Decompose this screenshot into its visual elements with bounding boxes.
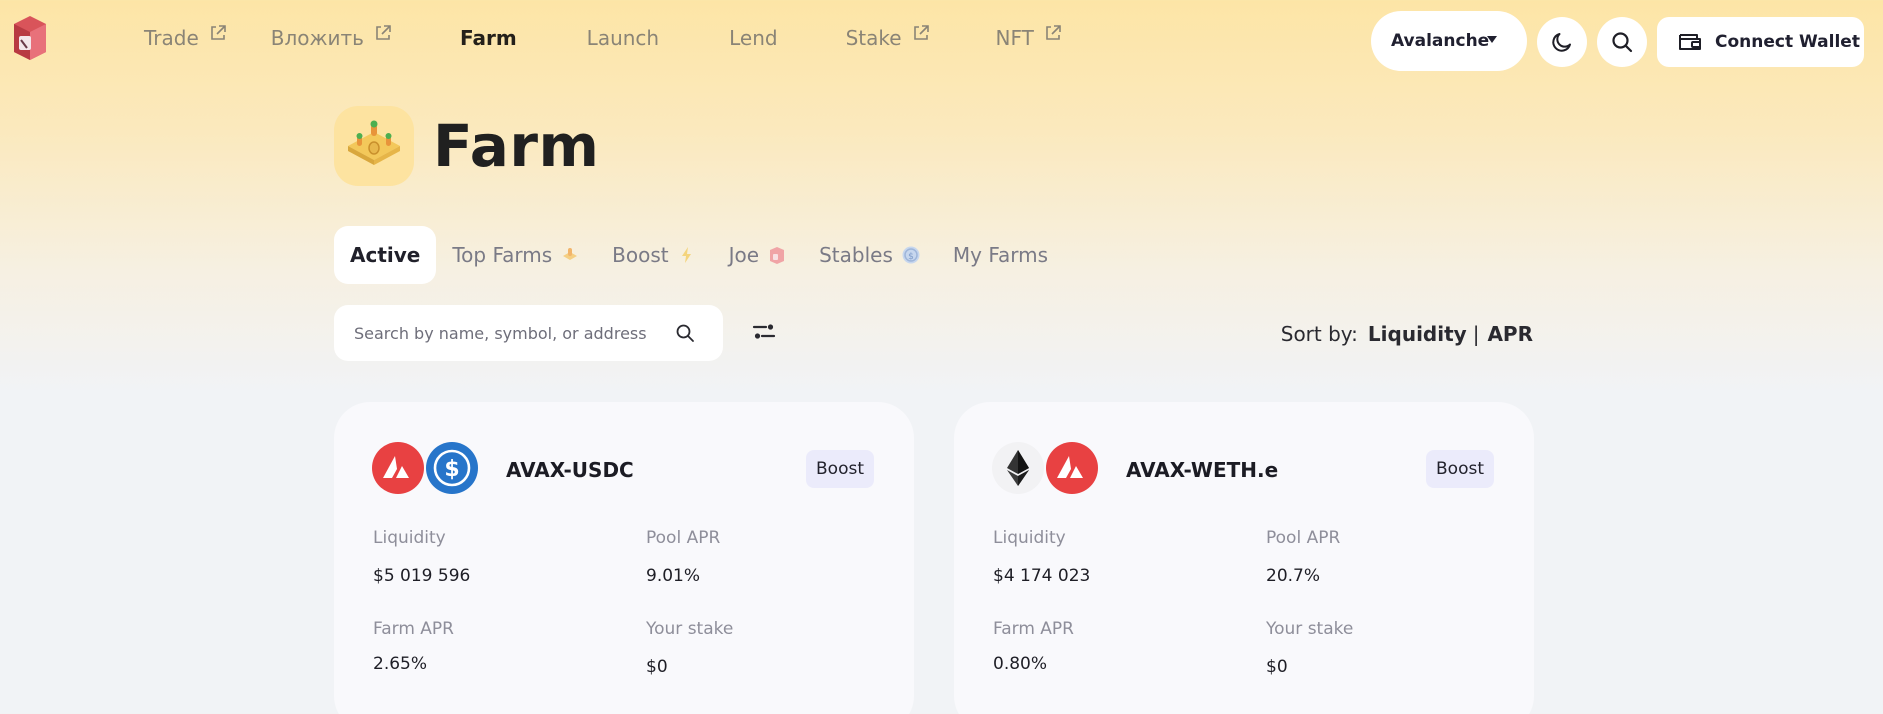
- nav-item-stake[interactable]: Stake: [845, 25, 930, 50]
- joe-icon: [770, 247, 785, 264]
- nav-item-label: Lend: [729, 26, 778, 50]
- boost-badge: Boost: [1426, 450, 1494, 488]
- pool-apr-value: 9.01%: [646, 566, 701, 586]
- token-pair-icons: [992, 442, 1098, 494]
- avax-token-icon: [372, 442, 424, 494]
- theme-toggle-button[interactable]: [1537, 17, 1587, 67]
- nav-item-label: NFT: [995, 26, 1034, 50]
- connect-wallet-label: Connect Wallet: [1715, 32, 1860, 52]
- your-stake-value: $0: [646, 657, 668, 677]
- farm-search: [334, 305, 723, 361]
- nav-item-label: Farm: [459, 26, 517, 50]
- search-icon: [676, 324, 694, 342]
- liquidity-label: Liquidity: [373, 528, 446, 548]
- tab-my-farms[interactable]: My Farms: [937, 226, 1064, 284]
- nav-item-label: Stake: [845, 26, 902, 50]
- farm-icon: [334, 106, 414, 186]
- pool-apr-label: Pool APR: [1266, 528, 1341, 548]
- search-button[interactable]: [1597, 17, 1647, 67]
- farm-apr-value: 0.80%: [993, 654, 1048, 674]
- nav-item-farm[interactable]: Farm: [460, 26, 517, 50]
- nav-item-trade[interactable]: Trade: [144, 25, 227, 50]
- tab-label: Boost: [612, 243, 669, 267]
- wallet-icon: [1679, 34, 1701, 50]
- tab-top-farms[interactable]: Top Farms: [436, 226, 596, 284]
- pool-apr-value: 20.7%: [1266, 566, 1321, 586]
- token-pair-icons: $: [372, 442, 478, 494]
- top-farms-icon: [563, 248, 578, 260]
- caret-down-icon: [1487, 36, 1497, 43]
- stables-icon: $: [902, 246, 920, 264]
- tab-label: Stables: [819, 243, 893, 267]
- liquidity-label: Liquidity: [993, 528, 1066, 548]
- boost-badge: Boost: [806, 450, 874, 488]
- your-stake-label: Your stake: [646, 619, 734, 639]
- nav-item-label: Вложить: [270, 26, 364, 50]
- chain-selector-label: Avalanche: [1391, 31, 1490, 51]
- svg-text:$: $: [444, 457, 459, 482]
- svg-text:$: $: [908, 252, 914, 262]
- sort-option-liquidity[interactable]: Liquidity: [1368, 322, 1467, 346]
- boost-icon: [681, 247, 691, 263]
- main-nav: Trade Вложить Farm Launch Lend Stake NFT: [144, 25, 1062, 50]
- pair-name: AVAX-USDC: [506, 458, 634, 482]
- tab-label: Top Farms: [452, 243, 553, 267]
- tab-label: Joe: [728, 243, 760, 267]
- filter-icon: [752, 324, 776, 339]
- nav-item-label: Launch: [586, 26, 660, 50]
- nav-item-launch[interactable]: Launch: [587, 26, 659, 50]
- farm-apr-value: 2.65%: [373, 654, 428, 674]
- nav-item-nft[interactable]: NFT: [995, 25, 1062, 50]
- external-link-icon: [1046, 25, 1061, 40]
- sort-separator: |: [1472, 322, 1480, 346]
- tab-boost[interactable]: Boost: [596, 226, 712, 284]
- external-link-icon: [376, 25, 391, 40]
- search-icon: [1612, 32, 1633, 53]
- farm-tabs: Active Top Farms Boost Joe Stables $ My …: [334, 226, 1064, 284]
- nav-item-lend[interactable]: Lend: [729, 26, 777, 50]
- tab-stables[interactable]: Stables $: [803, 226, 937, 284]
- tab-active[interactable]: Active: [334, 226, 437, 284]
- trader-joe-logo[interactable]: [10, 14, 50, 64]
- chain-selector[interactable]: Avalanche: [1371, 11, 1527, 71]
- pool-apr-label: Pool APR: [646, 528, 721, 548]
- search-input[interactable]: [354, 323, 674, 343]
- external-link-icon: [913, 25, 929, 40]
- page-title: Farm: [433, 112, 600, 180]
- nav-item-label: Trade: [144, 26, 199, 50]
- liquidity-value: $5 019 596: [373, 566, 471, 586]
- tab-label: My Farms: [952, 243, 1049, 267]
- farm-card[interactable]: AVAX-WETH.e Boost Liquidity $4 174 023 P…: [954, 402, 1534, 714]
- usdc-token-icon: $: [426, 442, 478, 494]
- avax-token-icon: [1046, 442, 1098, 494]
- pair-name: AVAX-WETH.e: [1126, 458, 1279, 482]
- farm-card[interactable]: $ AVAX-USDC Boost Liquidity $5 019 596 P…: [334, 402, 914, 714]
- sort-option-apr[interactable]: APR: [1487, 322, 1533, 346]
- your-stake-value: $0: [1266, 657, 1288, 677]
- farm-apr-label: Farm APR: [993, 619, 1074, 639]
- tab-joe[interactable]: Joe: [713, 226, 803, 284]
- external-link-icon: [210, 25, 226, 40]
- sort-label: Sort by:: [1280, 322, 1358, 346]
- eth-token-icon: [992, 442, 1044, 494]
- tab-label: Active: [350, 243, 421, 267]
- liquidity-value: $4 174 023: [993, 566, 1091, 586]
- your-stake-label: Your stake: [1266, 619, 1354, 639]
- sort-control: Sort by: Liquidity | APR: [1281, 322, 1533, 346]
- top-header: Trade Вложить Farm Launch Lend Stake NFT…: [0, 0, 1883, 84]
- nav-item-invest[interactable]: Вложить: [270, 25, 392, 50]
- filter-button[interactable]: [752, 322, 776, 342]
- connect-wallet-button[interactable]: Connect Wallet: [1657, 17, 1864, 67]
- farm-apr-label: Farm APR: [373, 619, 454, 639]
- moon-icon: [1552, 33, 1571, 52]
